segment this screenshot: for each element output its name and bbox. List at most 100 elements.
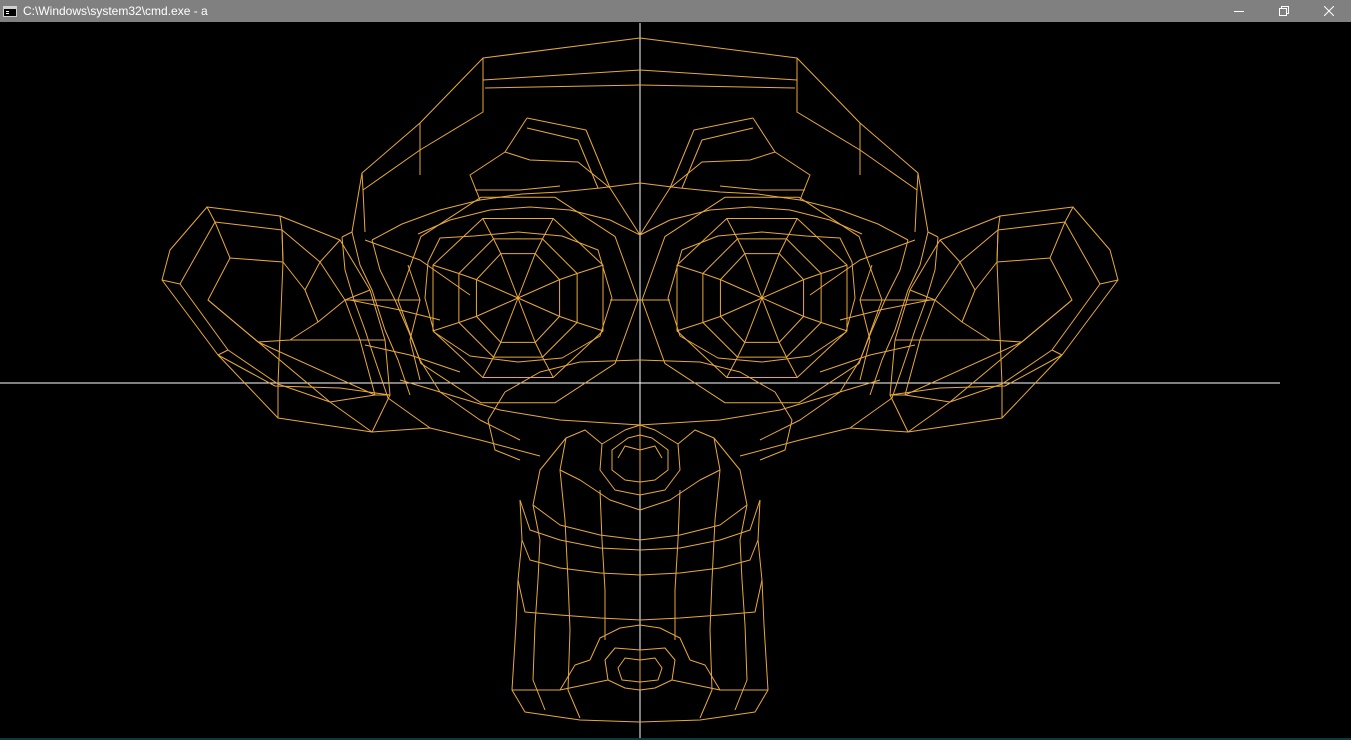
- nostril-left: [617, 445, 641, 459]
- eye-bridge-b-2-left: [482, 356, 494, 378]
- ear-ring-inner-right: [961, 257, 1073, 343]
- eye-bridge-a-6-left: [534, 238, 543, 254]
- mouth-inner-right: [639, 657, 663, 683]
- eye-bridge-b-3-right: [820, 322, 848, 332]
- ear-bridge-a-2-left: [319, 239, 341, 263]
- restore-icon: [1278, 6, 1289, 16]
- brow-fold-left: [504, 151, 611, 189]
- eye-bridge-a-2-right: [778, 342, 787, 358]
- eye-bridge-a-1-left: [534, 342, 543, 358]
- muzzle-col-1-right: [734, 504, 748, 711]
- lower-eye-left: [487, 359, 641, 461]
- chin-row-left: [512, 679, 609, 691]
- eye-bridge-b-3-left: [432, 322, 460, 332]
- mouth-top-left: [589, 624, 641, 661]
- mouth-inner-left: [617, 657, 641, 683]
- ear-bridge-a-0-right: [1064, 206, 1074, 223]
- nose-outer-left: [599, 424, 641, 496]
- cheek-cross-1-right: [809, 239, 916, 296]
- nose-wing-left: [559, 429, 603, 471]
- window-controls: [1216, 0, 1351, 22]
- brow-ridge-left: [371, 182, 641, 241]
- ear-bridge-a-0-left: [206, 206, 216, 223]
- brow-peak-inner-right: [681, 127, 754, 189]
- close-button[interactable]: [1306, 0, 1351, 22]
- ear-vertical-left: [277, 229, 284, 418]
- brow-ridge-right: [639, 182, 909, 241]
- eye-bridge-a-2-left: [493, 342, 502, 358]
- minimize-icon: [1233, 11, 1244, 12]
- ear-bridge-b-2-right: [959, 261, 976, 291]
- window-title: C:\Windows\system32\cmd.exe - a: [23, 4, 208, 18]
- eye-bridge-b-7-left: [576, 264, 604, 274]
- forehead-inner-right: [639, 84, 796, 89]
- eye-outer-cheek-left: [407, 264, 421, 381]
- ear-bridge-b-3-left: [317, 299, 346, 323]
- nostril-right: [639, 445, 663, 459]
- nose-inner-left: [611, 434, 641, 483]
- eye-bridge-a-5-left: [493, 238, 502, 254]
- muzzle-top-right: [639, 437, 748, 541]
- ear-bridge-b-3-right: [934, 299, 963, 323]
- ear-ring-inner-left: [207, 257, 319, 343]
- ear-join-low-left: [371, 427, 431, 433]
- forehead-inner-left: [484, 84, 641, 89]
- axis-lines: [0, 23, 1280, 740]
- ear-bridge-a-1-left: [279, 215, 283, 231]
- mouth-corner-left: [559, 659, 591, 691]
- eye-bridge-a-0-left: [559, 315, 578, 323]
- brow-fold-2-left: [475, 185, 561, 191]
- muzzle-outline-right: [639, 499, 769, 723]
- eye-bridge-b-2-right: [786, 356, 798, 378]
- muzzle-outline-left: [511, 499, 641, 723]
- cheek-cross-1-left: [364, 239, 471, 296]
- brow-peak-left: [526, 117, 641, 236]
- eye-bridge-b-1-right: [726, 356, 738, 378]
- muzzle-col-1-left: [532, 504, 546, 711]
- temple-outer-right: [914, 172, 919, 233]
- head-top-right: [639, 37, 939, 238]
- muzzle-col-3-left: [599, 489, 606, 640]
- eye-bridge-b-7-right: [676, 264, 704, 274]
- brow-peak-inner-left: [526, 127, 599, 189]
- eye-ring-4-right: [641, 196, 883, 404]
- brow-inner-edge-left: [469, 117, 528, 201]
- ear-bridge-a-6-left: [329, 401, 373, 433]
- eye-bridge-a-3-right: [803, 315, 822, 323]
- eye-outer-cheek-right: [859, 264, 873, 381]
- restore-button[interactable]: [1261, 0, 1306, 22]
- eye-bridge-b-0-right: [676, 322, 704, 332]
- mouth-top-right: [639, 624, 691, 661]
- muzzle-row-1-right: [639, 499, 761, 551]
- ear-bridge-b-0-right: [1049, 221, 1066, 259]
- muzzle-col-2-right: [699, 469, 721, 719]
- ear-bridge-a-6-right: [907, 401, 951, 433]
- ear-bridge-a-1-right: [997, 215, 1001, 231]
- eye-bridge-a-5-right: [778, 238, 787, 254]
- console-window: C:\Windows\system32\cmd.exe - a: [0, 0, 1351, 740]
- eye-bridge-a-4-left: [458, 273, 477, 281]
- nose-wing-right: [677, 429, 721, 471]
- ear-bridge-b-2-left: [304, 261, 321, 291]
- mouth-outer-right: [639, 647, 676, 691]
- console-icon[interactable]: [3, 5, 17, 17]
- eye-bridge-b-6-left: [542, 218, 554, 240]
- ear-vertical-right: [996, 229, 1003, 418]
- close-icon: [1323, 6, 1334, 16]
- ear-bridge-a-8-left: [217, 349, 229, 356]
- eye-bridge-b-5-right: [786, 218, 798, 240]
- eye-bridge-b-1-left: [542, 356, 554, 378]
- temple-outer-left: [361, 172, 366, 233]
- eye-bridge-b-5-left: [482, 218, 494, 240]
- wireframe-canvas: [0, 23, 1280, 740]
- lower-eye-right: [639, 359, 793, 461]
- muzzle-col-2-left: [559, 469, 581, 719]
- eye-ring-4-left: [397, 196, 639, 404]
- title-bar[interactable]: C:\Windows\system32\cmd.exe - a: [0, 0, 1351, 22]
- mouth-corner-right: [689, 659, 721, 691]
- minimize-button[interactable]: [1216, 0, 1261, 22]
- muzzle-col-3-right: [674, 489, 681, 640]
- eye-bridge-a-7-right: [702, 273, 721, 281]
- brow-fold-right: [669, 151, 776, 189]
- nose-inner-right: [639, 434, 669, 483]
